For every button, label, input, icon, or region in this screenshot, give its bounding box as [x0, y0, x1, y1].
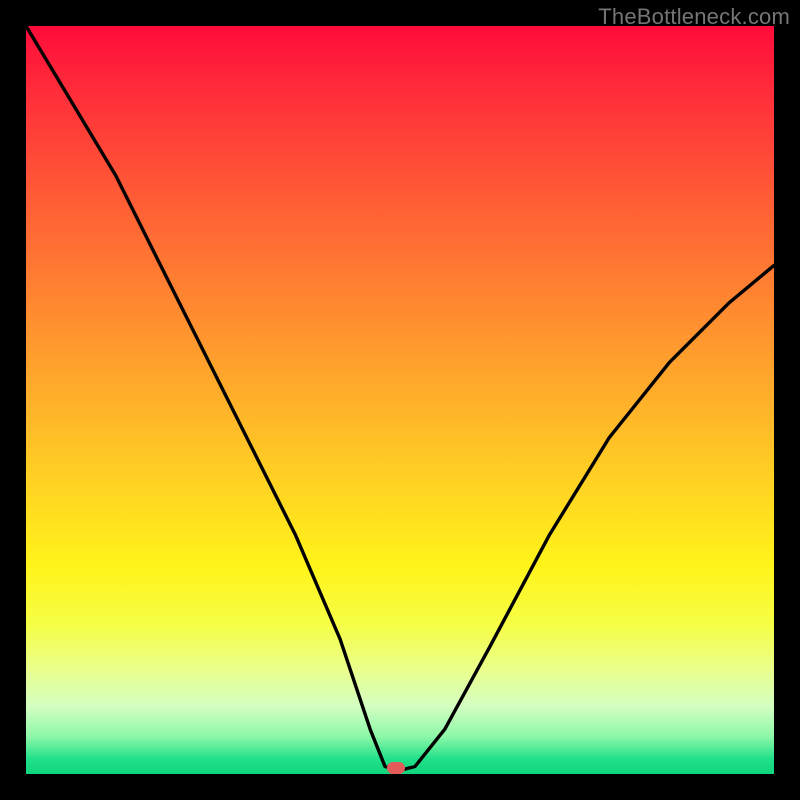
curve-line [26, 26, 774, 770]
plot-area [26, 26, 774, 774]
optimum-marker [387, 762, 405, 774]
bottleneck-curve [26, 26, 774, 774]
chart-frame: TheBottleneck.com [0, 0, 800, 800]
